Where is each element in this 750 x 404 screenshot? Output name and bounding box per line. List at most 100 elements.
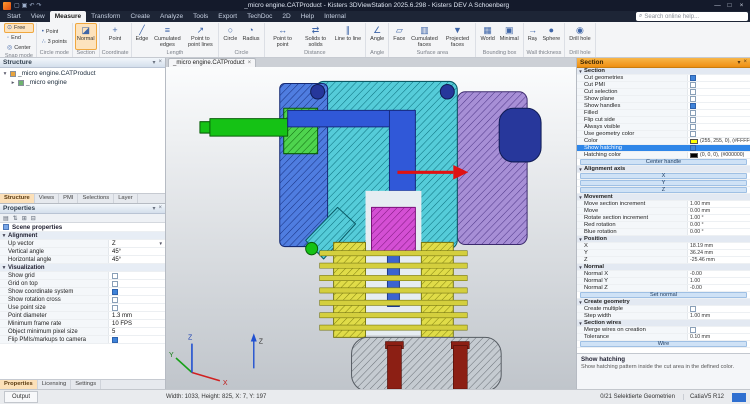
- document-tab[interactable]: _micro engine.CATProduct ×: [168, 58, 256, 67]
- section-row-cut-pmi[interactable]: Cut PMI: [577, 82, 750, 89]
- checkbox-cut-geometries[interactable]: [690, 75, 696, 81]
- checkbox-show-hatching[interactable]: [690, 145, 696, 151]
- ribbon-button-point-to-point-lines[interactable]: ↗Point to point lines: [184, 23, 216, 50]
- tree-item-micro-engine[interactable]: ▸_micro engine: [0, 78, 165, 87]
- ribbon-button-drill-hole[interactable]: ◉Drill hole: [567, 23, 592, 50]
- checkbox-show-grid[interactable]: [112, 273, 118, 279]
- section-row-red-rotation[interactable]: Red rotation0.00 °: [577, 222, 750, 229]
- z-button[interactable]: Z: [580, 187, 747, 193]
- menu-tab-analyze[interactable]: Analyze: [155, 11, 188, 22]
- ribbon-button-circle[interactable]: ○Circle: [221, 23, 239, 50]
- section-row-rotate-section-increment[interactable]: Rotate section increment1.00 °: [577, 215, 750, 222]
- expander-icon[interactable]: ▾: [2, 71, 8, 77]
- menu-tab-tools[interactable]: Tools: [188, 11, 213, 22]
- tab-structure[interactable]: Structure: [0, 194, 35, 203]
- checkbox-create-multiple[interactable]: [690, 306, 696, 312]
- collapse-all-icon[interactable]: ⊟: [31, 215, 36, 222]
- section-row-show-hatching[interactable]: Show hatching: [577, 145, 750, 152]
- section-row-use-geometry-color[interactable]: Use geometry color: [577, 131, 750, 138]
- output-tab[interactable]: Output: [4, 391, 38, 403]
- checkbox-flip-pmis-markups-to-camera[interactable]: [112, 337, 118, 343]
- menu-icon[interactable]: ▾: [152, 59, 155, 66]
- section-row-flip-cut-side[interactable]: Flip cut side: [577, 117, 750, 124]
- checkbox-flip-cut-side[interactable]: [690, 117, 696, 123]
- chevron-down-icon[interactable]: ▼: [159, 240, 163, 248]
- 3d-canvas[interactable]: Z X Y Z: [166, 67, 576, 389]
- close-button[interactable]: ×: [736, 0, 747, 11]
- save-icon[interactable]: ▣: [22, 3, 28, 9]
- section-row-cut-selection[interactable]: Cut selection: [577, 89, 750, 96]
- checkbox-show-coordinate-system[interactable]: [112, 289, 118, 295]
- ribbon-button-point[interactable]: +Point: [107, 23, 124, 50]
- close-icon[interactable]: ×: [158, 205, 162, 212]
- maximize-button[interactable]: □: [724, 0, 735, 11]
- ribbon-button-world[interactable]: ▦World: [478, 23, 496, 50]
- ribbon-button-sphere[interactable]: ●Sphere: [540, 23, 562, 50]
- ribbon-button-projected-faces[interactable]: ▼Projected faces: [441, 23, 473, 50]
- ribbon-button-3-points[interactable]: ∴3 points: [39, 37, 70, 47]
- tab-pmi[interactable]: PMI: [59, 194, 78, 203]
- ribbon-button-point[interactable]: •Point: [39, 27, 70, 37]
- alphabetical-icon[interactable]: ⇅: [13, 215, 18, 222]
- ribbon-button-cumulated-edges[interactable]: ≡Cumulated edges: [151, 23, 183, 50]
- section-row-hatching-color[interactable]: Hatching color(0, 0, 0), (#000000): [577, 152, 750, 159]
- prop-shaft-part[interactable]: [210, 119, 288, 137]
- expand-all-icon[interactable]: ⊞: [22, 215, 27, 222]
- wire-button[interactable]: Wire: [580, 341, 747, 347]
- menu-tab-start[interactable]: Start: [2, 11, 26, 22]
- menu-icon[interactable]: ▾: [152, 205, 155, 212]
- section-row-always-visible[interactable]: Always visible: [577, 124, 750, 131]
- 3d-model-view[interactable]: Z X Y Z: [166, 67, 576, 389]
- checkbox-cut-pmi[interactable]: [690, 82, 696, 88]
- center-handle-button[interactable]: Center handle: [580, 159, 747, 165]
- checkbox-use-geometry-color[interactable]: [690, 131, 696, 137]
- checkbox-merge-wires-on-creation[interactable]: [690, 327, 696, 333]
- tab-settings[interactable]: Settings: [71, 380, 101, 389]
- section-row-cut-geometries[interactable]: Cut geometries: [577, 75, 750, 82]
- section-row-x[interactable]: X18.19 mm: [577, 243, 750, 250]
- document-tab-close-icon[interactable]: ×: [248, 59, 252, 67]
- y-button[interactable]: Y: [580, 180, 747, 186]
- ribbon-button-radius[interactable]: ◔Radius: [240, 23, 261, 50]
- ribbon-button-line-to-line[interactable]: ∥Line to line: [333, 23, 364, 50]
- open-icon[interactable]: ▢: [14, 3, 20, 9]
- section-group-section-wires[interactable]: ▼Section wires: [577, 320, 750, 327]
- menu-icon[interactable]: ▾: [737, 59, 740, 66]
- section-row-color[interactable]: Color(255, 255, 0), (#FFFF00): [577, 138, 750, 145]
- minimize-button[interactable]: —: [712, 0, 723, 11]
- tab-selections[interactable]: Selections: [78, 194, 114, 203]
- section-row-normal-y[interactable]: Normal Y1.00: [577, 278, 750, 285]
- close-icon[interactable]: ×: [743, 59, 747, 66]
- section-row-merge-wires-on-creation[interactable]: Merge wires on creation: [577, 327, 750, 334]
- property-group-alignment[interactable]: ▼Alignment: [0, 232, 165, 240]
- section-group-movement[interactable]: ▼Movement: [577, 194, 750, 201]
- piston-part[interactable]: [371, 207, 415, 252]
- undo-icon[interactable]: ↶: [29, 3, 34, 9]
- section-row-create-multiple[interactable]: Create multiple: [577, 306, 750, 313]
- muffler-part[interactable]: [352, 337, 502, 389]
- ribbon-button-edge[interactable]: ╱Edge: [134, 23, 151, 50]
- ribbon-button-solids-to-solids[interactable]: ⇄Solids to solids: [300, 23, 332, 50]
- section-group-create-geometry[interactable]: ▼Create geometry: [577, 299, 750, 306]
- ribbon-button-normal[interactable]: ◪Normal: [75, 23, 97, 50]
- color-swatch-color[interactable]: [690, 139, 698, 144]
- menu-tab-internal[interactable]: Internal: [319, 11, 351, 22]
- ribbon-button-cumulated-faces[interactable]: ▥Cumulated faces: [408, 23, 440, 50]
- menu-tab-transform[interactable]: Transform: [86, 11, 125, 22]
- color-swatch-hatching-color[interactable]: [690, 153, 698, 158]
- redo-icon[interactable]: ↷: [36, 3, 41, 9]
- rear-cap-part[interactable]: [499, 108, 541, 162]
- ribbon-button-minimal[interactable]: ▣Minimal: [498, 23, 521, 50]
- section-group-normal[interactable]: ▼Normal: [577, 264, 750, 271]
- ribbon-button-point-to-point[interactable]: ↔Point to point: [267, 23, 299, 50]
- section-row-normal-x[interactable]: Normal X-0.00: [577, 271, 750, 278]
- tab-properties[interactable]: Properties: [0, 380, 38, 389]
- ribbon-button-face[interactable]: ▱Face: [391, 23, 407, 50]
- section-row-show-handles[interactable]: Show handles: [577, 103, 750, 110]
- menu-tab-view[interactable]: View: [26, 11, 50, 22]
- menu-tab-export[interactable]: Export: [213, 11, 242, 22]
- help-search-input[interactable]: ⌕ Search online help...: [636, 12, 748, 21]
- menu-tab-techdoc[interactable]: TechDoc: [242, 11, 277, 22]
- checkbox-filled[interactable]: [690, 110, 696, 116]
- ribbon-button-angle[interactable]: ∠Angle: [368, 23, 386, 50]
